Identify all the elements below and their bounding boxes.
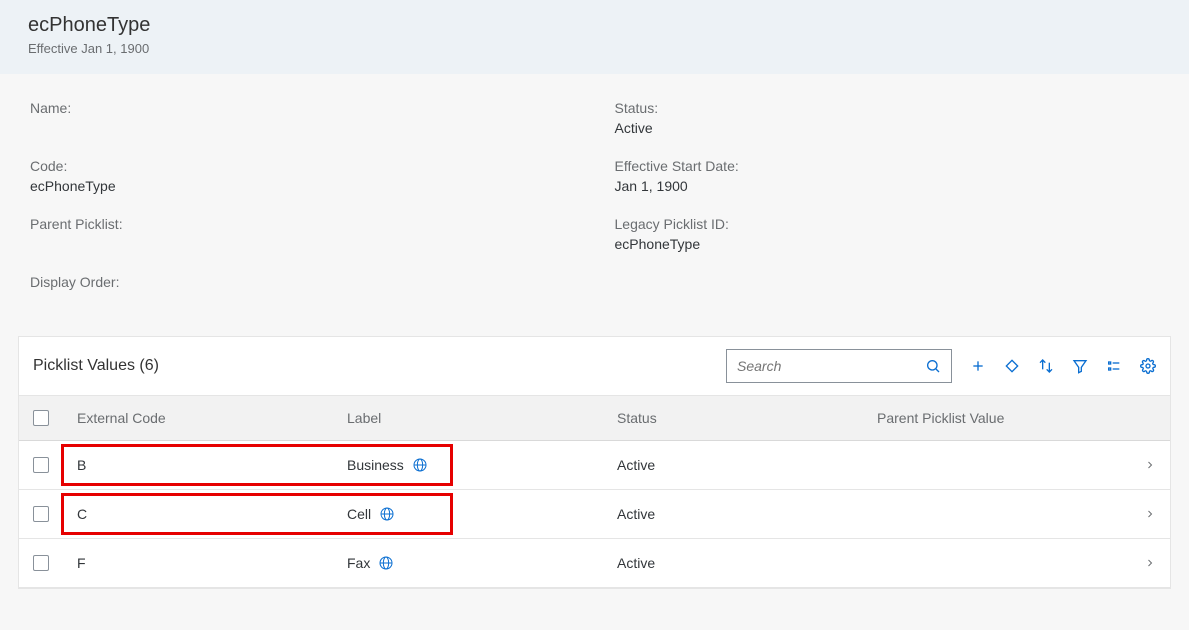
table-row[interactable]: CCell Active xyxy=(19,490,1170,539)
cell-label: Business xyxy=(347,457,404,473)
cell-status: Active xyxy=(617,457,877,473)
col-status[interactable]: Status xyxy=(617,410,877,426)
chevron-right-icon[interactable] xyxy=(1126,508,1156,520)
picklist-values-panel: Picklist Values (6) xyxy=(18,336,1171,589)
add-icon[interactable] xyxy=(970,358,986,374)
code-value: ecPhoneType xyxy=(30,178,575,194)
row-checkbox[interactable] xyxy=(33,555,49,571)
status-value: Active xyxy=(615,120,1160,136)
sort-icon[interactable] xyxy=(1038,358,1054,374)
search-input[interactable] xyxy=(737,358,925,374)
picklist-values-title: Picklist Values (6) xyxy=(33,357,159,375)
row-checkbox[interactable] xyxy=(33,457,49,473)
table-row[interactable]: BBusiness Active xyxy=(19,441,1170,490)
search-icon[interactable] xyxy=(925,358,941,374)
col-parent[interactable]: Parent Picklist Value xyxy=(877,410,1126,426)
globe-icon[interactable] xyxy=(379,506,395,522)
globe-icon[interactable] xyxy=(378,555,394,571)
group-icon[interactable] xyxy=(1106,358,1122,374)
cell-status: Active xyxy=(617,506,877,522)
search-input-wrapper[interactable] xyxy=(726,349,952,383)
display-order-label: Display Order: xyxy=(30,274,575,290)
code-label: Code: xyxy=(30,158,575,174)
settings-icon[interactable] xyxy=(1140,358,1156,374)
legacy-id-value: ecPhoneType xyxy=(615,236,1160,252)
table-row[interactable]: FFax Active xyxy=(19,539,1170,588)
chevron-right-icon[interactable] xyxy=(1126,459,1156,471)
cell-status: Active xyxy=(617,555,877,571)
filter-icon[interactable] xyxy=(1072,358,1088,374)
legacy-id-label: Legacy Picklist ID: xyxy=(615,216,1160,232)
name-label: Name: xyxy=(30,100,575,116)
effective-date-value: Jan 1, 1900 xyxy=(615,178,1160,194)
table-header: External Code Label Status Parent Pickli… xyxy=(19,396,1170,441)
page-title: ecPhoneType xyxy=(28,14,1161,37)
globe-icon[interactable] xyxy=(412,457,428,473)
select-all-checkbox[interactable] xyxy=(33,410,49,426)
col-label[interactable]: Label xyxy=(347,410,617,426)
effective-date-label: Effective Start Date: xyxy=(615,158,1160,174)
page-subtitle: Effective Jan 1, 1900 xyxy=(28,41,1161,56)
cell-external-code: F xyxy=(77,555,347,571)
chevron-right-icon[interactable] xyxy=(1126,557,1156,569)
status-label: Status: xyxy=(615,100,1160,116)
page-header: ecPhoneType Effective Jan 1, 1900 xyxy=(0,0,1189,74)
cell-label: Cell xyxy=(347,506,371,522)
parent-picklist-label: Parent Picklist: xyxy=(30,216,575,232)
details-section: Name: Status: Active Code: ecPhoneType E… xyxy=(0,74,1189,318)
row-checkbox[interactable] xyxy=(33,506,49,522)
col-external-code[interactable]: External Code xyxy=(77,410,347,426)
cell-external-code: B xyxy=(77,457,347,473)
diamond-icon[interactable] xyxy=(1004,358,1020,374)
cell-label: Fax xyxy=(347,555,370,571)
cell-external-code: C xyxy=(77,506,347,522)
